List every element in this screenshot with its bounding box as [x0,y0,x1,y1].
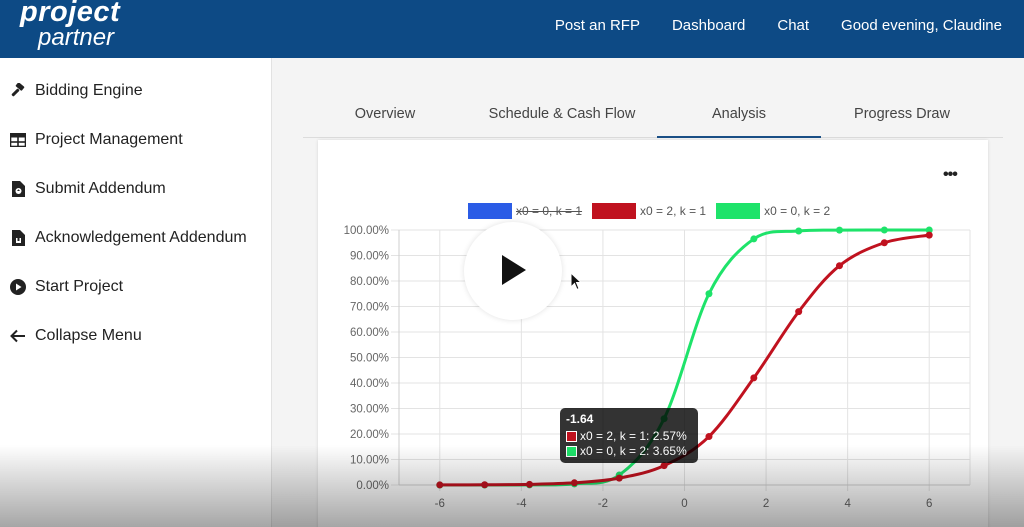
x-tick-label: -4 [516,498,527,510]
x-tick-label: 4 [844,498,851,510]
data-point [526,480,534,488]
y-tick-label: 90.00% [350,251,389,263]
y-tick-label: 0.00% [356,480,389,492]
tooltip-swatch [566,431,577,442]
mouse-cursor-icon [571,273,583,291]
data-point [795,308,803,316]
y-tick-label: 10.00% [350,455,389,467]
data-point [660,462,668,470]
data-point [835,226,843,234]
data-point [880,239,888,247]
data-point [481,481,489,489]
x-tick-label: 6 [926,498,932,510]
data-point [925,231,933,239]
data-point [835,262,843,270]
y-tick-label: 40.00% [350,378,389,390]
data-point [436,481,444,489]
tooltip-row: x0 = 2, k = 1: 2.57% [566,429,692,444]
tooltip-title: -1.64 [566,412,594,426]
tooltip-row-label: x0 = 0, k = 2: 3.65% [580,444,687,458]
chart-tooltip: -1.64 x0 = 2, k = 1: 2.57% x0 = 0, k = 2… [560,408,698,463]
y-tick-label: 70.00% [350,302,389,314]
tooltip-row-label: x0 = 2, k = 1: 2.57% [580,429,687,443]
y-tick-label: 100.00% [344,225,389,237]
tooltip-row: x0 = 0, k = 2: 3.65% [566,444,692,459]
data-point [880,226,888,234]
data-point [615,474,623,482]
x-tick-label: -6 [435,498,445,510]
x-tick-label: 2 [763,498,769,510]
x-tick-label: -2 [598,498,608,510]
y-tick-label: 20.00% [350,429,389,441]
data-point [705,433,713,441]
data-point [570,479,578,487]
play-icon [502,255,526,285]
y-tick-label: 80.00% [350,276,389,288]
x-tick-label: 0 [681,498,687,510]
data-point [705,290,713,298]
y-tick-label: 30.00% [350,404,389,416]
data-point [750,235,758,243]
tooltip-swatch [566,446,577,457]
y-tick-label: 50.00% [350,353,389,365]
data-point [795,227,803,235]
data-point [750,374,758,382]
y-tick-label: 60.00% [350,327,389,339]
play-button[interactable] [464,222,562,320]
